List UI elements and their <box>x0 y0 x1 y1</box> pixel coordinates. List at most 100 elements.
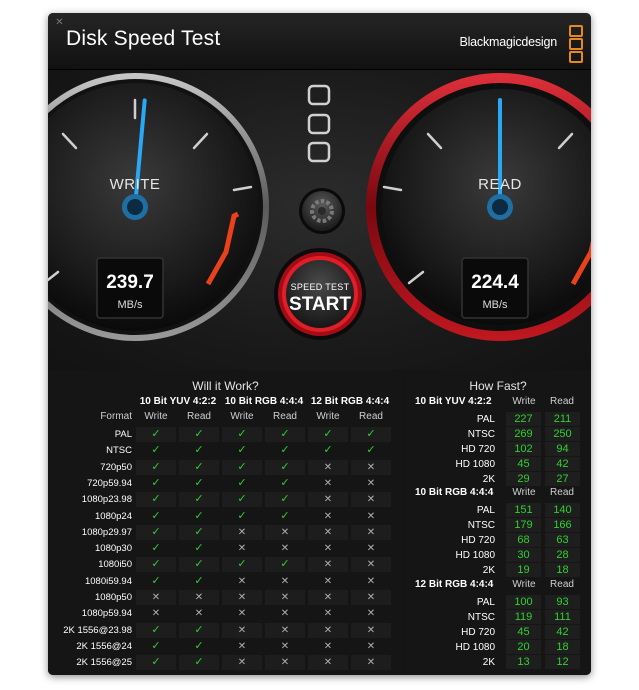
table-row: NTSC 179 166 <box>405 518 591 533</box>
cross-icon: ✕ <box>351 557 391 573</box>
table-row: 1080p50 ✕ ✕ ✕ ✕ ✕ ✕ <box>56 590 393 605</box>
checkmark-icon: ✓ <box>151 476 161 489</box>
cross-icon: ✕ <box>351 622 391 638</box>
cross-icon: ✕ <box>351 655 391 671</box>
checkmark-icon: ✓ <box>136 524 176 540</box>
cross-icon: ✕ <box>323 510 333 522</box>
checkmark-icon: ✓ <box>222 459 262 475</box>
group-title: 10 Bit RGB 4:4:4 <box>224 396 304 407</box>
table-row: 720p59.94 ✓ ✓ ✓ ✓ ✕ ✕ <box>56 476 393 491</box>
write-header: Write <box>512 396 536 407</box>
table-row: 2K 29 27 <box>405 472 591 487</box>
write-fps-value: 269 <box>506 427 541 441</box>
how-fast-panel: How Fast? 10 Bit YUV 4:2:2 Write Read PAL 22… <box>405 370 591 675</box>
checkmark-icon: ✓ <box>280 509 290 522</box>
table-row: 1080p23.98 ✓ ✓ ✓ ✓ ✕ ✕ <box>56 492 393 508</box>
cross-icon: ✕ <box>351 590 391 605</box>
checkmark-icon: ✓ <box>179 557 219 573</box>
checkmark-icon: ✓ <box>222 427 262 442</box>
app-window: ✕ Disk Speed Test Blackmagicdesign WRITE… <box>48 13 591 675</box>
cross-icon: ✕ <box>323 640 333 652</box>
checkmark-icon: ✓ <box>179 524 219 540</box>
checkmark-icon: ✓ <box>237 444 247 457</box>
table-row: 1080p30 ✓ ✓ ✕ ✕ ✕ ✕ <box>56 541 393 556</box>
format-header: Format <box>100 411 132 422</box>
table-row: HD 720 102 94 <box>405 442 591 457</box>
checkmark-icon: ✓ <box>280 476 290 489</box>
table-row: 2K 1556@23.98 ✓ ✓ ✕ ✕ ✕ ✕ <box>56 622 393 638</box>
format-label: NTSC <box>467 429 495 440</box>
format-label: 2K 1556@24 <box>76 640 132 652</box>
read-header: Read <box>550 579 574 590</box>
cross-icon: ✕ <box>351 459 391 475</box>
start-button-label: START <box>289 294 351 315</box>
write-fps-value: 13 <box>506 655 541 669</box>
cross-icon: ✕ <box>308 557 348 573</box>
checkmark-icon: ✓ <box>265 557 305 573</box>
write-speed-unit: MB/s <box>117 299 143 311</box>
format-label: 2K 1556@23.98 <box>63 624 132 636</box>
checkmark-icon: ✓ <box>179 622 219 638</box>
cross-icon: ✕ <box>151 608 161 620</box>
format-label: PAL <box>476 597 495 608</box>
cross-icon: ✕ <box>237 543 247 555</box>
gear-icon[interactable] <box>299 188 345 234</box>
cross-icon: ✕ <box>179 590 219 605</box>
read-gauge-label: READ <box>478 176 522 193</box>
table-row: 1080p29.97 ✓ ✓ ✕ ✕ ✕ ✕ <box>56 524 393 540</box>
read-header: Read <box>550 487 574 498</box>
format-label: 1080p24 <box>95 510 132 522</box>
cross-icon: ✕ <box>323 575 333 587</box>
read-fps-value: 211 <box>545 412 580 426</box>
write-fps-value: 179 <box>506 518 541 532</box>
cross-icon: ✕ <box>237 575 247 587</box>
cross-icon: ✕ <box>237 640 247 652</box>
read-fps-value: 166 <box>545 518 580 532</box>
cross-icon: ✕ <box>366 477 376 489</box>
checkmark-icon: ✓ <box>237 476 247 489</box>
format-label: 1080p23.98 <box>81 494 132 506</box>
cross-icon: ✕ <box>265 524 305 540</box>
checkmark-icon: ✓ <box>136 427 176 442</box>
checkmark-icon: ✓ <box>194 574 204 587</box>
cross-icon: ✕ <box>280 640 290 652</box>
table-row: 720p50 ✓ ✓ ✓ ✓ ✕ ✕ <box>56 459 393 475</box>
read-fps-value: 93 <box>545 595 580 609</box>
checkmark-icon: ✓ <box>237 509 247 522</box>
format-label: NTSC <box>467 612 495 623</box>
checkmark-icon: ✓ <box>136 459 176 475</box>
read-fps-value: 28 <box>545 548 580 562</box>
format-label: 1080i59.94 <box>84 575 132 587</box>
cross-icon: ✕ <box>351 492 391 508</box>
cross-icon: ✕ <box>366 608 376 620</box>
checkmark-icon: ✓ <box>308 427 348 442</box>
format-label: PAL <box>476 414 495 425</box>
format-label: 1080p29.97 <box>81 526 132 538</box>
write-fps-value: 45 <box>506 457 541 471</box>
write-fps-value: 20 <box>506 640 541 654</box>
read-fps-value: 12 <box>545 655 580 669</box>
cross-icon: ✕ <box>366 640 376 652</box>
read-fps-value: 250 <box>545 427 580 441</box>
checkmark-icon: ✓ <box>265 427 305 442</box>
checkmark-icon: ✓ <box>151 542 161 555</box>
write-fps-value: 68 <box>506 533 541 547</box>
checkmark-icon: ✓ <box>265 459 305 475</box>
checkmark-icon: ✓ <box>136 622 176 638</box>
checkmark-icon: ✓ <box>194 509 204 522</box>
table-row: 1080p24 ✓ ✓ ✓ ✓ ✕ ✕ <box>56 509 393 524</box>
write-fps-value: 45 <box>506 625 541 639</box>
format-label: 720p50 <box>100 461 132 473</box>
read-header: Read <box>550 396 574 407</box>
format-label: HD 720 <box>461 627 495 638</box>
table-row: HD 1080 30 28 <box>405 548 591 563</box>
write-fps-value: 227 <box>506 412 541 426</box>
write-header: Write <box>512 487 536 498</box>
group-title: 10 Bit YUV 4:2:2 <box>139 396 217 407</box>
format-label: 1080p59.94 <box>81 608 132 620</box>
checkmark-icon: ✓ <box>151 639 161 652</box>
cross-icon: ✕ <box>323 543 333 555</box>
write-header: Write <box>144 411 168 422</box>
read-fps-value: 42 <box>545 625 580 639</box>
checkmark-icon: ✓ <box>194 476 204 489</box>
